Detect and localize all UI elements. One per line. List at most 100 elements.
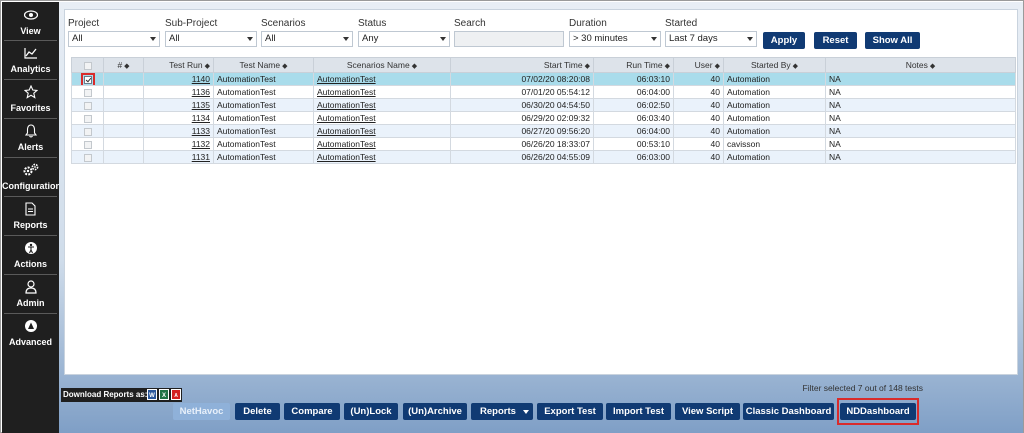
column-header-started-by[interactable]: Started By ◆ — [723, 57, 826, 73]
column-header-scenarios-name[interactable]: Scenarios Name ◆ — [313, 57, 451, 73]
row-checkbox[interactable] — [83, 140, 92, 149]
scenario-cell[interactable]: AutomationTest — [313, 72, 451, 86]
project-select-value: All — [72, 33, 83, 44]
row-checkbox-cell[interactable] — [71, 85, 104, 99]
unlock-button[interactable]: (Un)Lock — [344, 403, 398, 420]
row-checkbox-cell[interactable] — [71, 111, 104, 125]
table-row[interactable]: 1135 AutomationTest AutomationTest 06/30… — [71, 98, 1016, 112]
delete-button[interactable]: Delete — [235, 403, 280, 420]
row-checkbox-cell[interactable] — [71, 124, 104, 138]
test-run-link[interactable]: 1134 — [192, 113, 210, 123]
export-test-button[interactable]: Export Test — [537, 403, 603, 420]
sidebar-item-configuration[interactable]: Configuration — [2, 159, 61, 197]
scenario-cell[interactable]: AutomationTest — [313, 124, 451, 138]
scenario-cell[interactable]: AutomationTest — [313, 98, 451, 112]
column-header-test-name[interactable]: Test Name ◆ — [213, 57, 314, 73]
excel-icon[interactable]: X — [159, 389, 170, 401]
scenario-link[interactable]: AutomationTest — [317, 113, 376, 123]
table-row[interactable]: 1134 AutomationTest AutomationTest 06/29… — [71, 111, 1016, 125]
apply-button[interactable]: Apply — [763, 32, 805, 49]
test-run-link[interactable]: 1132 — [192, 139, 210, 149]
test-run-link[interactable]: 1136 — [192, 87, 210, 97]
duration-select[interactable]: > 30 minutes — [569, 31, 661, 47]
column-header-number[interactable]: # ◆ — [103, 57, 144, 73]
table-row[interactable]: 1131 AutomationTest AutomationTest 06/26… — [71, 150, 1016, 164]
sidebar-item-favorites[interactable]: Favorites — [2, 81, 59, 119]
row-checkbox[interactable] — [83, 88, 92, 97]
sidebar-item-view[interactable]: View — [2, 4, 59, 42]
scenario-link[interactable]: AutomationTest — [317, 126, 376, 136]
compare-button[interactable]: Compare — [284, 403, 340, 420]
show-all-button[interactable]: Show All — [865, 32, 920, 49]
scenarios-select[interactable]: All — [261, 31, 353, 47]
row-checkbox-cell[interactable] — [71, 137, 104, 151]
row-checkbox-cell[interactable] — [71, 98, 104, 112]
scenario-link[interactable]: AutomationTest — [317, 87, 376, 97]
scenario-link[interactable]: AutomationTest — [317, 152, 376, 162]
search-input[interactable] — [454, 31, 564, 47]
row-checkbox[interactable] — [83, 101, 92, 110]
test-run-link[interactable]: 1133 — [192, 126, 210, 136]
test-name-cell: AutomationTest — [213, 85, 314, 99]
scenario-cell[interactable]: AutomationTest — [313, 150, 451, 164]
scenario-cell[interactable]: AutomationTest — [313, 137, 451, 151]
classic-dashboard-button[interactable]: Classic Dashboard — [743, 403, 834, 420]
sidebar-item-actions[interactable]: Actions — [2, 237, 59, 275]
divider — [4, 274, 57, 275]
test-run-link[interactable]: 1135 — [192, 100, 210, 110]
column-header-run-time[interactable]: Run Time ◆ — [593, 57, 674, 73]
unarchive-button[interactable]: (Un)Archive — [403, 403, 467, 420]
test-run-cell[interactable]: 1140 — [143, 72, 214, 86]
test-run-cell[interactable]: 1136 — [143, 85, 214, 99]
row-checkbox-cell[interactable] — [71, 150, 104, 164]
row-checkbox[interactable] — [83, 114, 92, 123]
test-run-link[interactable]: 1131 — [192, 152, 210, 162]
sidebar-item-advanced[interactable]: Advanced — [2, 315, 59, 353]
view-script-button[interactable]: View Script — [675, 403, 740, 420]
sort-icon: ◆ — [411, 63, 418, 70]
divider — [4, 118, 57, 119]
test-run-cell[interactable]: 1131 — [143, 150, 214, 164]
select-all-header[interactable] — [71, 57, 104, 73]
sidebar-item-analytics[interactable]: Analytics — [2, 42, 59, 80]
scenario-link[interactable]: AutomationTest — [317, 139, 376, 149]
status-select[interactable]: Any — [358, 31, 450, 47]
row-checkbox[interactable] — [80, 73, 95, 85]
column-header-test-run[interactable]: Test Run ◆ — [143, 57, 214, 73]
sidebar-item-reports[interactable]: Reports — [2, 198, 59, 236]
column-header-notes[interactable]: Notes ◆ — [825, 57, 1016, 73]
test-run-cell[interactable]: 1133 — [143, 124, 214, 138]
table-row[interactable]: 1132 AutomationTest AutomationTest 06/26… — [71, 137, 1016, 151]
test-run-link[interactable]: 1140 — [192, 74, 210, 84]
row-checkbox[interactable] — [83, 127, 92, 136]
scenario-cell[interactable]: AutomationTest — [313, 85, 451, 99]
test-run-cell[interactable]: 1135 — [143, 98, 214, 112]
column-header-label: Test Name — [239, 60, 281, 70]
word-doc-icon[interactable]: W — [147, 389, 158, 401]
scenario-link[interactable]: AutomationTest — [317, 74, 376, 84]
import-test-button[interactable]: Import Test — [606, 403, 671, 420]
nethavoc-button[interactable]: NetHavoc — [173, 403, 230, 420]
scenario-cell[interactable]: AutomationTest — [313, 111, 451, 125]
sidebar-item-alerts[interactable]: Alerts — [2, 120, 59, 158]
project-select[interactable]: All — [68, 31, 160, 47]
scenario-link[interactable]: AutomationTest — [317, 100, 376, 110]
user-icon — [2, 278, 59, 296]
table-row[interactable]: 1140 AutomationTest AutomationTest 07/02… — [71, 72, 1016, 86]
row-checkbox-cell[interactable] — [71, 72, 104, 86]
started-select[interactable]: Last 7 days — [665, 31, 757, 47]
reports-dropdown-button[interactable]: Reports — [471, 403, 533, 420]
sub-project-select[interactable]: All — [165, 31, 257, 47]
test-run-cell[interactable]: 1132 — [143, 137, 214, 151]
reset-button[interactable]: Reset — [814, 32, 857, 49]
test-run-cell[interactable]: 1134 — [143, 111, 214, 125]
sidebar-item-admin[interactable]: Admin — [2, 276, 59, 314]
column-header-start-time[interactable]: Start Time ◆ — [450, 57, 594, 73]
table-row[interactable]: 1133 AutomationTest AutomationTest 06/27… — [71, 124, 1016, 138]
table-row[interactable]: 1136 AutomationTest AutomationTest 07/01… — [71, 85, 1016, 99]
divider — [4, 40, 57, 41]
column-header-user[interactable]: User ◆ — [673, 57, 724, 73]
row-checkbox[interactable] — [83, 153, 92, 162]
select-all-checkbox[interactable] — [83, 61, 92, 70]
pdf-icon[interactable]: A — [171, 389, 182, 401]
